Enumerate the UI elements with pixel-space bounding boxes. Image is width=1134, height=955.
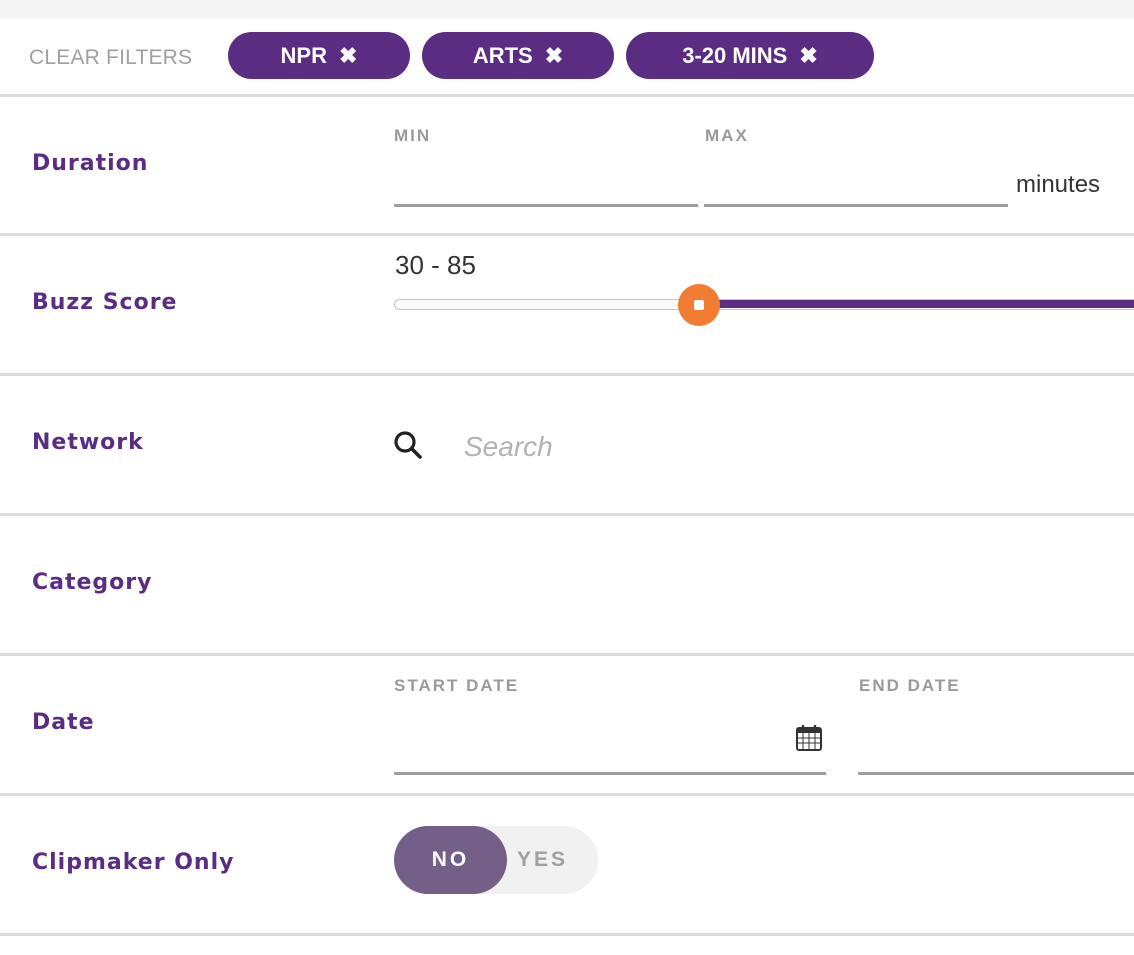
- network-label: Network: [32, 430, 144, 455]
- filter-chip-label: NPR: [280, 42, 327, 68]
- remove-icon[interactable]: ✖: [799, 43, 817, 69]
- buzz-score-slider-fill: [699, 300, 1134, 308]
- clipmaker-only-label: Clipmaker Only: [32, 850, 235, 875]
- duration-row: Duration MIN MAX minutes: [0, 97, 1134, 237]
- clear-filters-link[interactable]: CLEAR FILTERS: [29, 46, 192, 70]
- max-label: MAX: [705, 126, 749, 145]
- search-icon[interactable]: [393, 430, 423, 460]
- date-row: Date START DATE END DATE: [0, 656, 1134, 796]
- filter-chip-label: 3-20 MINS: [682, 42, 788, 68]
- start-date-input[interactable]: [394, 735, 826, 775]
- buzz-score-slider-thumb[interactable]: [678, 284, 720, 326]
- clipmaker-toggle[interactable]: NO YES: [394, 826, 598, 894]
- min-label: MIN: [394, 126, 432, 145]
- end-date-label: END DATE: [859, 676, 961, 695]
- buzz-score-label: Buzz Score: [32, 290, 178, 315]
- minutes-unit-label: minutes: [1016, 171, 1101, 198]
- calendar-icon[interactable]: [795, 723, 823, 753]
- filter-chip-label: ARTS: [472, 42, 533, 68]
- duration-label: Duration: [32, 151, 149, 176]
- filter-chip-duration[interactable]: 3-20 MINS ✖: [626, 32, 874, 79]
- start-date-label: START DATE: [394, 676, 520, 695]
- date-label: Date: [32, 710, 95, 735]
- buzz-score-range-value: 30 - 85: [395, 250, 476, 280]
- toggle-yes-option[interactable]: YES: [507, 826, 598, 894]
- remove-icon[interactable]: ✖: [545, 43, 563, 69]
- divider: [0, 933, 1134, 936]
- filter-chip-npr[interactable]: NPR ✖: [228, 32, 410, 79]
- filter-chip-arts[interactable]: ARTS ✖: [422, 32, 614, 79]
- active-filters-bar: CLEAR FILTERS NPR ✖ ARTS ✖ 3-20 MINS ✖: [0, 18, 1134, 94]
- category-label: Category: [32, 570, 153, 595]
- duration-max-input[interactable]: [704, 167, 1008, 207]
- end-date-input[interactable]: [858, 735, 1134, 775]
- toggle-no-option[interactable]: NO: [394, 826, 507, 894]
- duration-min-input[interactable]: [394, 167, 698, 207]
- category-row: Category: [0, 516, 1134, 656]
- buzz-score-row: Buzz Score 30 - 85: [0, 236, 1134, 376]
- remove-icon[interactable]: ✖: [339, 43, 357, 69]
- network-row: Network: [0, 376, 1134, 516]
- top-strip: [0, 0, 1134, 18]
- clipmaker-row: Clipmaker Only NO YES: [0, 796, 1134, 936]
- network-search-input[interactable]: [462, 426, 1066, 468]
